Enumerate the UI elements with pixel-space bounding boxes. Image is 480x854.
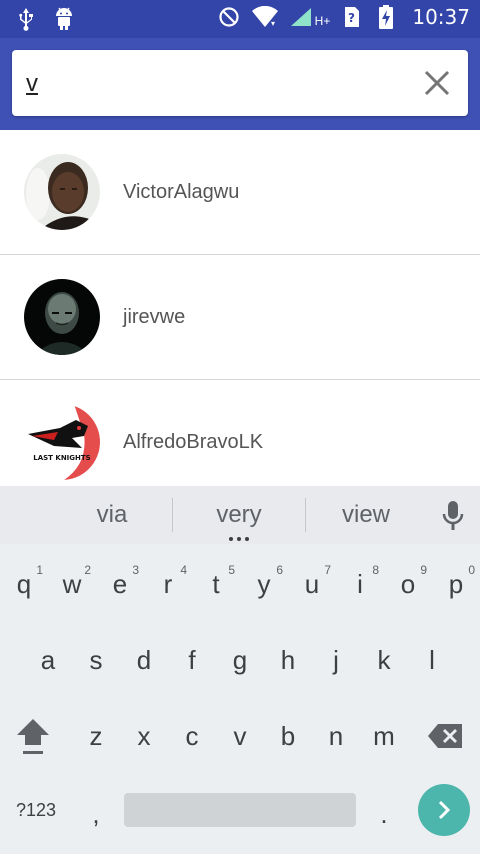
cellular-signal-icon (289, 4, 313, 30)
avatar: LAST KNIGHTS (24, 404, 100, 480)
key-z[interactable]: z (72, 706, 120, 766)
key-i[interactable]: i8 (336, 554, 384, 614)
key-b[interactable]: b (264, 706, 312, 766)
shift-icon (17, 719, 49, 754)
key-u[interactable]: u7 (288, 554, 336, 614)
backspace-icon (428, 724, 462, 748)
close-icon (424, 70, 450, 96)
key-q[interactable]: q1 (0, 554, 48, 614)
key-o[interactable]: o9 (384, 554, 432, 614)
key-w[interactable]: w2 (48, 554, 96, 614)
user-row[interactable]: jirevwe (0, 255, 480, 380)
key-r[interactable]: r4 (144, 554, 192, 614)
battery-charging-icon (374, 4, 398, 30)
microphone-icon (442, 501, 464, 530)
clear-search-button[interactable] (420, 66, 454, 100)
more-suggestions-indicator (229, 537, 249, 541)
key-e[interactable]: e3 (96, 554, 144, 614)
do-not-disturb-icon (217, 4, 241, 30)
soft-keyboard: q1 w2 e3 r4 t5 y6 u7 i8 o9 p0 a s d f g … (0, 544, 480, 854)
avatar-logo-text: LAST KNIGHTS (33, 454, 90, 462)
user-row[interactable]: VictorAlagwu (0, 130, 480, 255)
backspace-key[interactable] (422, 706, 470, 766)
key-h[interactable]: h (264, 630, 312, 690)
suggestion-item[interactable]: very (174, 486, 304, 544)
key-x[interactable]: x (120, 706, 168, 766)
user-results-list: VictorAlagwu jirevwe LAST KNIGHTS Alfred… (0, 130, 480, 505)
network-type-label: H+ (314, 14, 331, 28)
space-bar[interactable] (124, 793, 356, 827)
key-s[interactable]: s (72, 630, 120, 690)
key-d[interactable]: d (120, 630, 168, 690)
key-k[interactable]: k (360, 630, 408, 690)
key-f[interactable]: f (168, 630, 216, 690)
key-n[interactable]: n (312, 706, 360, 766)
chevron-right-icon (438, 800, 451, 820)
key-t[interactable]: t5 (192, 554, 240, 614)
key-y[interactable]: y6 (240, 554, 288, 614)
sim-unknown-icon: ? (340, 4, 364, 30)
android-icon (52, 6, 76, 32)
key-m[interactable]: m (360, 706, 408, 766)
avatar (24, 279, 100, 355)
symbols-key[interactable]: ?123 (10, 780, 62, 840)
status-bar: ▾ H+ ? 10:37 (0, 0, 480, 38)
search-input[interactable] (26, 64, 406, 104)
usb-icon (14, 6, 38, 32)
username: AlfredoBravoLK (123, 430, 264, 453)
suggestion-item[interactable]: via (47, 486, 177, 544)
go-button[interactable] (418, 784, 470, 836)
key-p[interactable]: p0 (432, 554, 480, 614)
suggestion-strip: via very view (0, 486, 480, 544)
svg-text:▾: ▾ (271, 19, 275, 28)
username: jirevwe (123, 305, 186, 328)
period-key[interactable]: . (360, 784, 408, 844)
shift-key[interactable] (9, 706, 57, 766)
suggestion-divider (172, 498, 173, 532)
avatar (24, 154, 100, 230)
comma-key[interactable]: , (72, 784, 120, 844)
key-c[interactable]: c (168, 706, 216, 766)
wifi-icon: ▾ (251, 4, 279, 30)
app-toolbar (0, 38, 480, 130)
voice-input-button[interactable] (440, 500, 466, 532)
key-j[interactable]: j (312, 630, 360, 690)
key-v[interactable]: v (216, 706, 264, 766)
key-l[interactable]: l (408, 630, 456, 690)
svg-text:?: ? (348, 11, 355, 25)
clock: 10:37 (412, 5, 470, 29)
suggestion-item[interactable]: view (301, 486, 431, 544)
key-g[interactable]: g (216, 630, 264, 690)
key-a[interactable]: a (24, 630, 72, 690)
search-box (12, 50, 468, 116)
username: VictorAlagwu (123, 180, 240, 203)
